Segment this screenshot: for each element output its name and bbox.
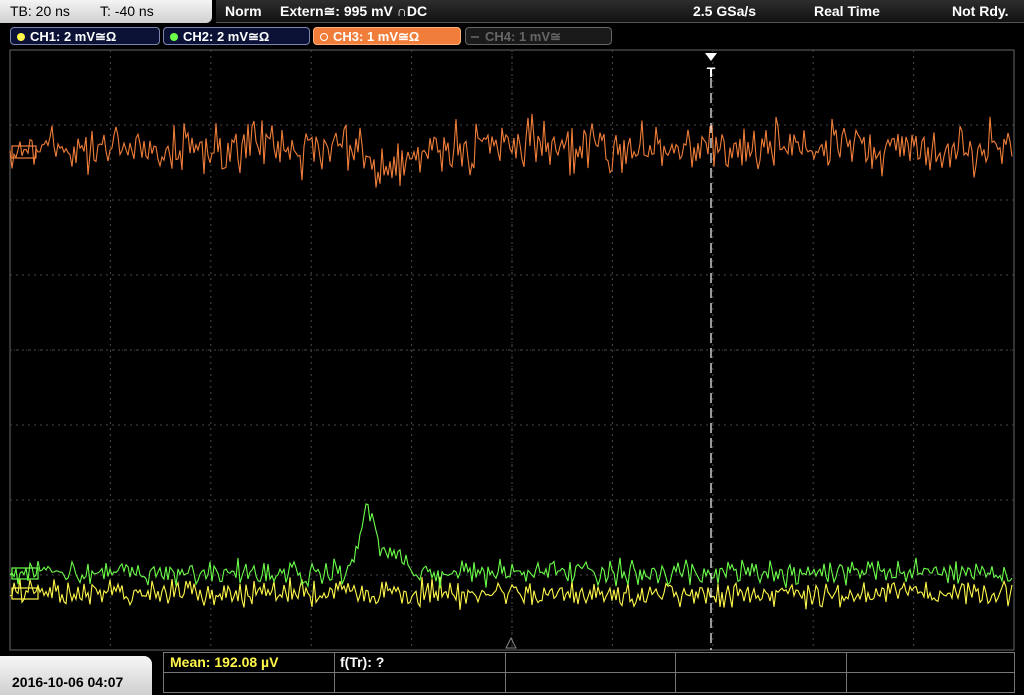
channel-4-label: CH4: 1 mV≅: [485, 29, 561, 44]
sample-rate: 2.5 GSa/s: [693, 3, 757, 19]
timebase-label: TB: 20 ns: [10, 3, 70, 19]
channel-2-indicator-icon: [170, 33, 178, 41]
measurement-divider: [846, 653, 847, 692]
trigger-source: Extern≅: 995 mV ∩DC: [280, 3, 428, 19]
measurement-divider: [505, 653, 506, 692]
channel-1-label: CH1: 2 mV≅Ω: [30, 29, 117, 44]
ready-status: Not Rdy.: [952, 3, 1009, 19]
datetime-box: 2016-10-06 04:07: [0, 656, 152, 695]
measurement-panel[interactable]: Mean: 192.08 µV f(Tr): ?: [163, 652, 1015, 693]
trigger-marker-label: T: [707, 64, 716, 80]
measurement-divider: [334, 653, 335, 692]
trigger-time-label: T: -40 ns: [100, 3, 154, 19]
channel-4-indicator-icon: [471, 36, 479, 38]
channel-3-tab[interactable]: CH3: 1 mV≅Ω: [313, 27, 461, 45]
timebase-box[interactable]: TB: 20 ns T: -40 ns: [0, 0, 212, 23]
channel-3-indicator-icon: [320, 33, 328, 41]
channel-1-indicator-icon: [17, 33, 25, 41]
mean-measurement: Mean: 192.08 µV: [170, 654, 279, 670]
measurement-divider: [164, 672, 1014, 673]
waveform-display[interactable]: T: [0, 48, 1024, 652]
measurement-divider: [675, 653, 676, 692]
acquisition-type: Real Time: [814, 3, 880, 19]
acquisition-status-bar[interactable]: Norm Extern≅: 995 mV ∩DC 2.5 GSa/s Real …: [216, 0, 1024, 23]
top-status-bar: TB: 20 ns T: -40 ns Norm Extern≅: 995 mV…: [0, 0, 1024, 25]
datetime-label: 2016-10-06 04:07: [12, 674, 124, 690]
channel-1-tab[interactable]: CH1: 2 mV≅Ω: [10, 27, 160, 45]
channel-4-tab[interactable]: CH4: 1 mV≅: [465, 27, 612, 45]
channel-2-tab[interactable]: CH2: 2 mV≅Ω: [163, 27, 310, 45]
acq-mode: Norm: [225, 3, 262, 19]
channel-3-label: CH3: 1 mV≅Ω: [333, 29, 420, 44]
channel-2-label: CH2: 2 mV≅Ω: [183, 29, 270, 44]
frequency-measurement: f(Tr): ?: [340, 654, 385, 670]
